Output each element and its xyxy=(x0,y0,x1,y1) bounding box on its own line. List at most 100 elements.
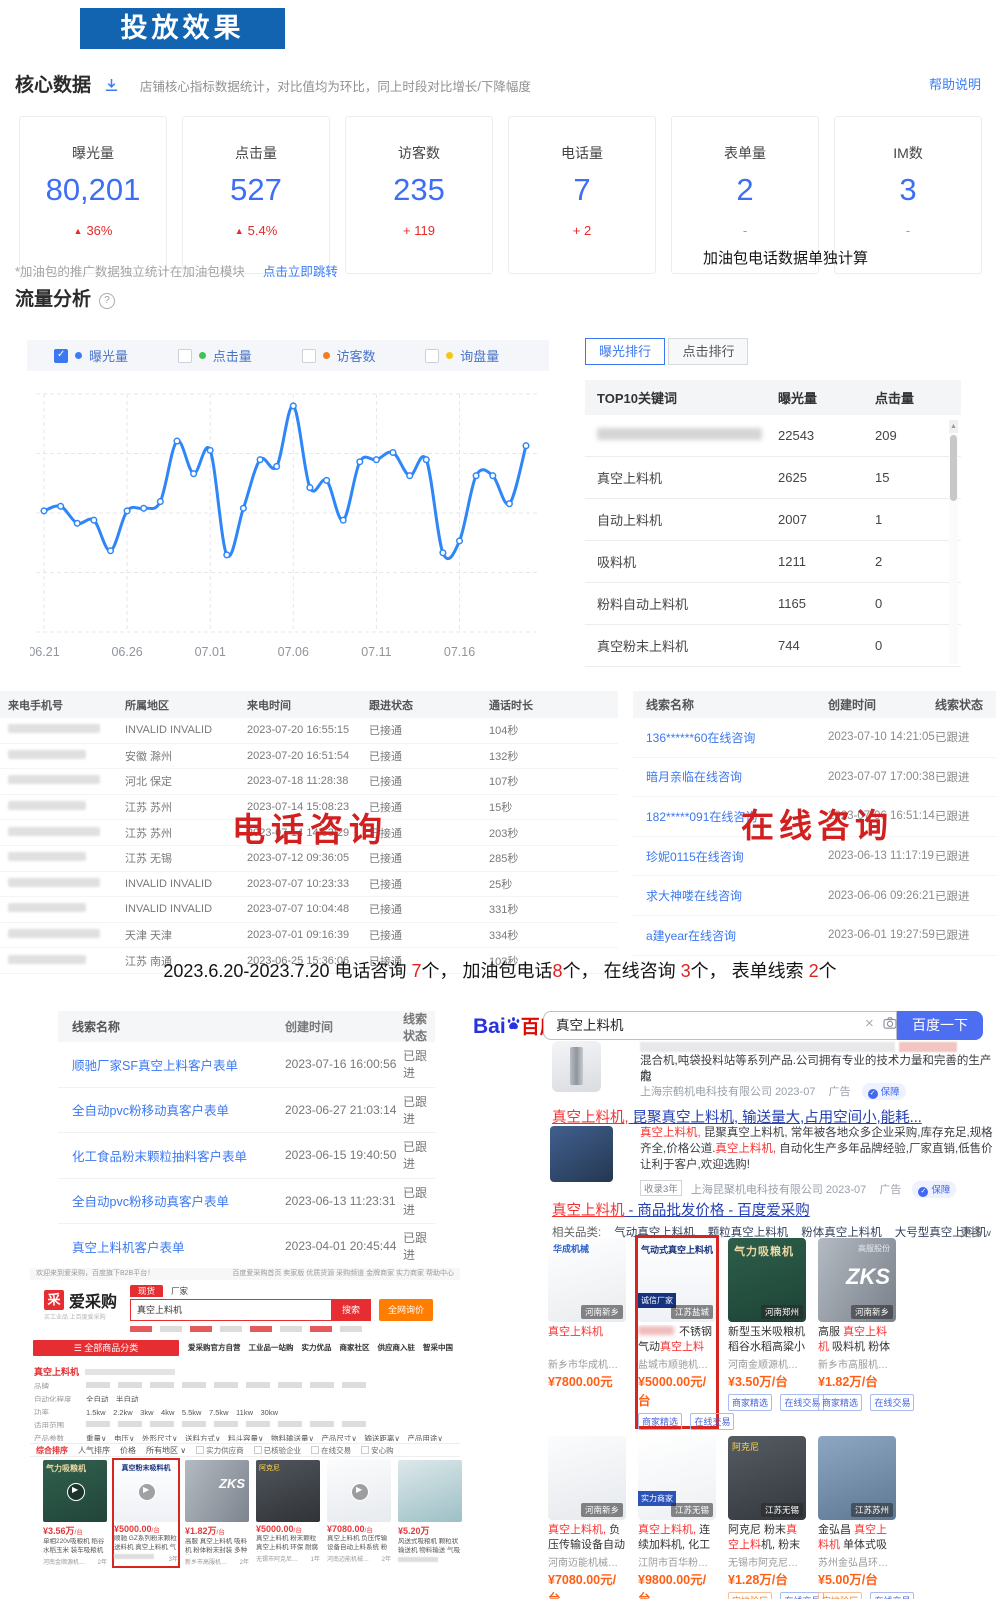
nav-item[interactable]: 商家社区 xyxy=(340,1340,370,1356)
lead-name-link[interactable]: 珍妮0115在线咨询 xyxy=(633,848,828,865)
result2-title-link[interactable]: 真空上料机, 昆聚真空上料机, 输送量大,占用空间小,能耗... xyxy=(552,1106,922,1127)
metric-value: 2 xyxy=(672,172,818,208)
product-title[interactable]: 单相220v吸粮机 稻谷水稻玉米 装车吸粮机 全自... xyxy=(43,1538,107,1555)
filter-values[interactable]: 重量∨ 电压∨ 外形尺寸∨ 送料方式∨ 料斗容量∨ 物料输送量∨ 产品尺寸∨ 输… xyxy=(86,1434,443,1441)
nav-item[interactable]: 供应商入驻 xyxy=(378,1340,416,1356)
result3-title-link[interactable]: 真空上料机 - 商品批发价格 - 百度爱采购 xyxy=(552,1199,810,1220)
product-card[interactable]: ZKS ¥1.82万/台 高服 真空上料机 吸料机 粉体粉末封装 多种物... … xyxy=(185,1460,249,1566)
scrollbar-thumb[interactable] xyxy=(950,435,957,501)
product-card[interactable]: 江苏苏州 金弘昌 真空上料机 单体式吸料机 颗... 苏州金弘昌环保科... ¥… xyxy=(818,1436,896,1599)
col-region: 所属地区 xyxy=(125,697,247,713)
filter-row[interactable]: 品牌 xyxy=(34,1376,456,1389)
lead-name-link[interactable]: 求大神喽在线咨询 xyxy=(633,887,828,904)
lead-name-link[interactable]: 暗月亲临在线咨询 xyxy=(633,768,828,785)
clear-icon[interactable] xyxy=(865,1015,874,1032)
product-title[interactable]: 真空上料机, 负压传输设备自动上料系... xyxy=(548,1523,626,1552)
lead-name-link[interactable]: 化工食品粉末颗粒抽料客户表单 xyxy=(58,1146,285,1165)
product-title[interactable]: 真空上料机 粉末颗粒真空上料机 环保 耐腐蚀... xyxy=(256,1535,320,1552)
result1-thumbnail[interactable] xyxy=(552,1041,601,1092)
filter-values[interactable] xyxy=(86,1421,366,1427)
product-title[interactable]: 金弘昌 真空上料机 单体式吸料机 颗... xyxy=(818,1523,896,1552)
legend-checkbox[interactable] xyxy=(302,349,316,363)
lead-name-link[interactable]: 136******60在线咨询 xyxy=(633,729,828,746)
baidu-search-button[interactable]: 百度一下 xyxy=(897,1011,983,1040)
product-card[interactable]: 华成机械 河南新乡 真空上料机 新乡市华成机械设... ¥7800.00元 xyxy=(548,1238,626,1426)
product-card[interactable]: 真空粉末吸料机 ¥5000.00/台 顺驰 GZ系列粉末颗粒送料机 真空上料机 … xyxy=(114,1460,178,1566)
product-card[interactable]: 气力吸粮机 ¥3.56万/台 单相220v吸粮机 稻谷水稻玉米 装车吸粮机 全自… xyxy=(43,1460,107,1566)
table-row: 天津 天津 2023-07-01 09:16:39 已接通 334秒 xyxy=(0,923,618,949)
quote-button[interactable]: 全网询价 xyxy=(379,1299,433,1321)
tab-factory[interactable]: 厂家 xyxy=(163,1285,196,1297)
filter-checkbox[interactable]: 在线交易 xyxy=(311,1445,351,1456)
question-icon[interactable] xyxy=(99,293,115,309)
product-title[interactable]: 风送式吸粮机 颗粒状输送机 物料输送 气吸式... xyxy=(398,1538,462,1555)
aicaigou-search-input[interactable]: 真空上料机 xyxy=(130,1299,332,1321)
product-title[interactable]: 不锈钢气动真空上料机, 体... xyxy=(638,1325,716,1354)
product-card[interactable]: ¥7080.00/台 真空上料机 负压传输设备自动上料系统 粉末颗... 河南迈… xyxy=(327,1460,391,1566)
lead-name-link[interactable]: 全自动pvc粉移动真客户表单 xyxy=(58,1191,285,1210)
nav-item[interactable]: 工业品一站购 xyxy=(249,1340,294,1356)
legend-checkbox[interactable] xyxy=(425,349,439,363)
product-card[interactable]: 阿克尼 ¥5000.00/台 真空上料机 粉末颗粒真空上料机 环保 耐腐蚀...… xyxy=(256,1460,320,1566)
legend-checkbox[interactable] xyxy=(178,349,192,363)
product-card[interactable]: 实力商家 江苏无锡 真空上料机, 连续加料机, 化工粉体输... 江阴市百华粉体… xyxy=(638,1436,716,1599)
table-row: 自动上料机 2007 1 xyxy=(585,499,961,541)
product-card[interactable]: 河南新乡 真空上料机, 负压传输设备自动上料系... 河南迈能机械设备... ¥… xyxy=(548,1436,626,1599)
ranking-tab[interactable]: 点击排行 xyxy=(668,338,748,365)
product-title[interactable]: 真空上料机 xyxy=(548,1325,626,1354)
filter-row[interactable]: 适用范围 xyxy=(34,1415,456,1428)
filter-row[interactable]: 功率1.5kw 2.2kw 3kw 4kw 5.5kw 7.5kw 11kw 3… xyxy=(34,1402,456,1415)
filter-row[interactable]: 自动化程度全自动 半自动 xyxy=(34,1389,456,1402)
legend-item[interactable]: 曝光量 xyxy=(54,346,178,365)
sort-composite[interactable]: 综合排序 xyxy=(36,1445,68,1456)
more-link[interactable]: 更多 xyxy=(960,1224,992,1240)
product-title[interactable]: 顺驰 GZ系列粉末颗粒送料机 真空上料机 气动... xyxy=(114,1535,178,1552)
legend-checkbox[interactable] xyxy=(54,349,68,363)
product-title[interactable]: 阿克尼 粉末真空上料机, 粉末原料无... xyxy=(728,1523,806,1552)
nav-item[interactable]: 实力优品 xyxy=(302,1340,332,1356)
jump-link[interactable]: 点击立即跳转 xyxy=(263,265,338,279)
filter-checkbox[interactable]: 安心购 xyxy=(361,1445,394,1456)
search-input[interactable]: 真空上料机 xyxy=(543,1011,897,1040)
region-filter[interactable]: 所有地区 ∨ xyxy=(146,1445,186,1456)
product-card[interactable]: 气力吸粮机 河南郑州 新型玉米吸粮机 稻谷水稻高粱小麦装... 河南金顺源机械设… xyxy=(728,1238,806,1426)
tab-spot-goods[interactable]: 现货 xyxy=(130,1285,163,1297)
sort-price[interactable]: 价格 xyxy=(120,1445,136,1456)
nav-item[interactable]: 爱采购官方自营 xyxy=(188,1340,241,1356)
download-icon[interactable] xyxy=(104,78,119,98)
filter-values[interactable]: 全自动 半自动 xyxy=(86,1395,139,1402)
product-title[interactable]: 真空上料机 负压传输设备自动上料系统 粉末颗... xyxy=(327,1535,391,1552)
keyword: 粉料自动上料机 xyxy=(585,594,778,613)
product-card[interactable]: 气动式真空上料机 诚信厂家 江苏盐城 不锈钢气动真空上料机, 体... 盐城市顺… xyxy=(638,1238,716,1426)
lead-name-link[interactable]: 真空上料机客户表单 xyxy=(58,1237,285,1256)
aicaigou-search-button[interactable]: 搜索 xyxy=(331,1299,371,1321)
result2-thumbnail[interactable] xyxy=(550,1126,613,1182)
product-company: 新乡市高服机械股份有限公... xyxy=(185,1557,233,1566)
all-categories-button[interactable]: 全部商品分类 xyxy=(33,1340,179,1356)
product-price: ¥5.00万/台 xyxy=(818,1569,896,1588)
ranking-tab[interactable]: 曝光排行 xyxy=(585,338,665,365)
lead-name-link[interactable]: 全自动pvc粉移动真客户表单 xyxy=(58,1100,285,1119)
filter-row[interactable]: 产品参数重量∨ 电压∨ 外形尺寸∨ 送料方式∨ 料斗容量∨ 物料输送量∨ 产品尺… xyxy=(34,1428,456,1441)
product-title[interactable]: 新型玉米吸粮机 稻谷水稻高粱小麦装... xyxy=(728,1325,806,1354)
filter-values[interactable] xyxy=(86,1382,366,1388)
legend-item[interactable]: 访客数 xyxy=(302,346,426,365)
lead-name-link[interactable]: a建year在线咨询 xyxy=(633,927,828,944)
nav-item[interactable]: 智采中国 xyxy=(423,1340,453,1356)
legend-item[interactable]: 询盘量 xyxy=(425,346,549,365)
product-card[interactable]: 阿克尼 江苏无锡 阿克尼 粉末真空上料机, 粉末原料无... 无锡市阿克尼机械.… xyxy=(728,1436,806,1599)
product-title[interactable]: 高服 真空上料机 吸料机 粉体粉末封装 多种物... xyxy=(185,1538,249,1555)
lead-name-link[interactable]: 顺驰厂家SF真空上料客户表单 xyxy=(58,1055,285,1074)
product-title[interactable]: 高服 真空上料机 吸料机 粉体粉末封... xyxy=(818,1325,896,1354)
filter-values[interactable]: 1.5kw 2.2kw 3kw 4kw 5.5kw 7.5kw 11kw 30k… xyxy=(86,1408,278,1415)
filter-checkbox[interactable]: 已核验企业 xyxy=(254,1445,302,1456)
camera-icon[interactable] xyxy=(883,1016,897,1034)
scroll-up-icon[interactable] xyxy=(949,420,958,433)
filter-checkbox[interactable]: 实力供应商 xyxy=(196,1445,244,1456)
product-card[interactable]: ¥5.20万 风送式吸粮机 颗粒状输送机 物料输送 气吸式... xyxy=(398,1460,462,1566)
help-link[interactable]: 帮助说明 xyxy=(929,74,981,93)
product-card[interactable]: ZKS 高服股份 河南新乡 高服 真空上料机 吸料机 粉体粉末封... 新乡市高… xyxy=(818,1238,896,1426)
legend-item[interactable]: 点击量 xyxy=(178,346,302,365)
sort-popularity[interactable]: 人气排序 xyxy=(78,1445,110,1456)
product-title[interactable]: 真空上料机, 连续加料机, 化工粉体输... xyxy=(638,1523,716,1552)
